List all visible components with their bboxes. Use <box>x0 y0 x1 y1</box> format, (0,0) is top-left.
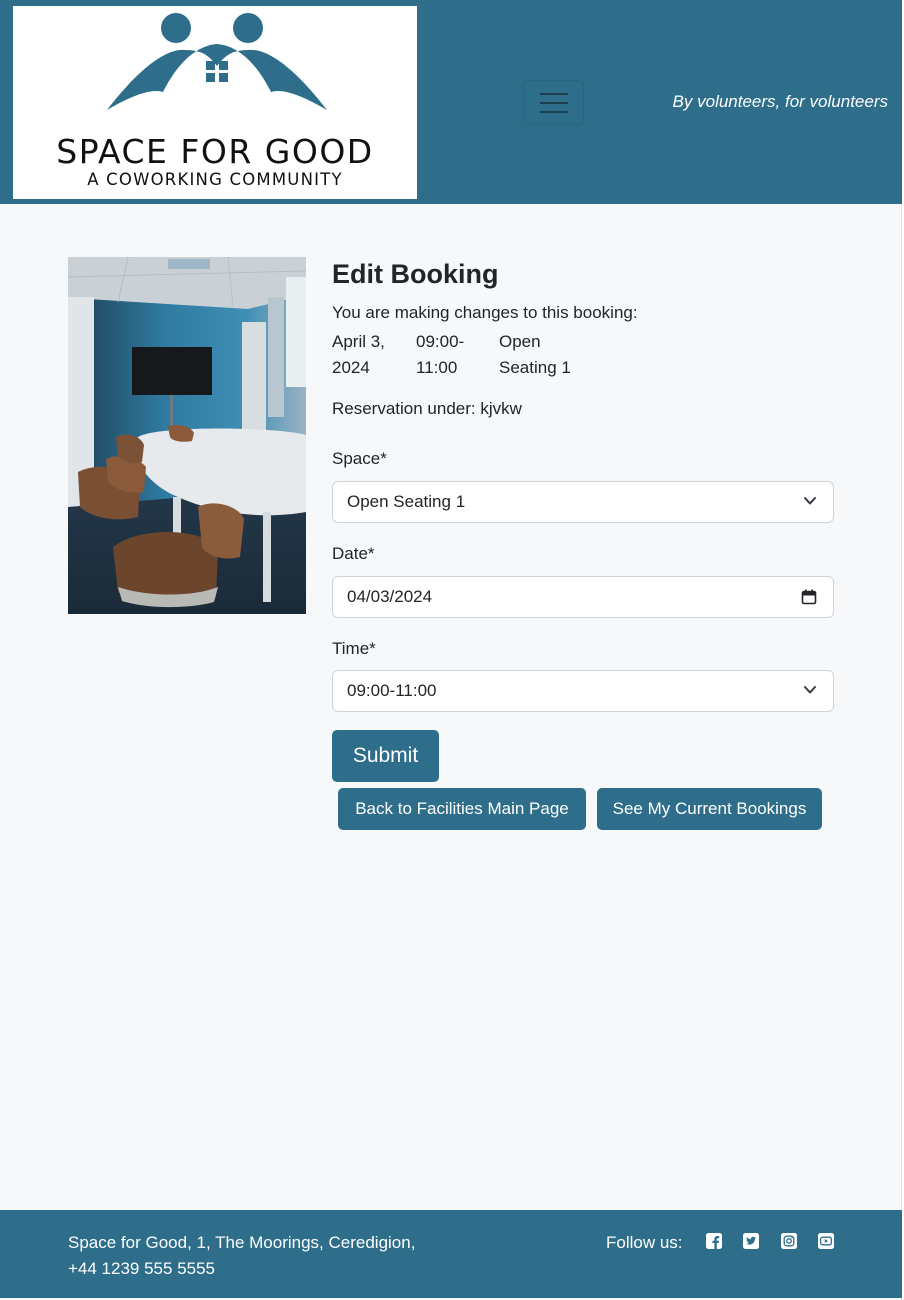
space-select-value: Open Seating 1 <box>347 492 466 511</box>
date-input[interactable]: 04/03/2024 <box>332 576 834 618</box>
back-to-facilities-button[interactable]: Back to Facilities Main Page <box>338 788 586 830</box>
booking-date-line1: April 3, <box>332 332 385 351</box>
logo-mark <box>107 13 327 110</box>
reservation-owner: Reservation under: kjvkw <box>332 399 522 418</box>
hamburger-icon-bar <box>540 102 568 104</box>
hamburger-icon <box>540 93 568 95</box>
page: SPACE FOR GOOD A COWORKING COMMUNITY By … <box>0 0 902 1300</box>
page-title: Edit Booking <box>332 259 499 289</box>
site-header: SPACE FOR GOOD A COWORKING COMMUNITY By … <box>0 0 902 204</box>
site-logo[interactable]: SPACE FOR GOOD A COWORKING COMMUNITY <box>13 6 417 199</box>
time-label: Time* <box>332 639 376 658</box>
booking-space: Open Seating 1 <box>499 329 571 381</box>
twitter-icon[interactable] <box>743 1233 759 1249</box>
submit-button[interactable]: Submit <box>332 730 439 782</box>
footer-address: Space for Good, 1, The Moorings, Ceredig… <box>68 1230 415 1282</box>
time-select[interactable]: 09:00-11:00 <box>332 670 834 712</box>
booking-space-line1: Open <box>499 332 541 351</box>
logo-title: SPACE FOR GOOD <box>56 132 374 171</box>
see-bookings-button[interactable]: See My Current Bookings <box>597 788 822 830</box>
time-select-value: 09:00-11:00 <box>347 681 437 700</box>
booking-date-line2: 2024 <box>332 358 370 377</box>
space-select[interactable]: Open Seating 1 <box>332 481 834 523</box>
address-line: Space for Good, 1, The Moorings, Ceredig… <box>68 1233 416 1252</box>
booking-time: 09:00- 11:00 <box>416 329 464 381</box>
hamburger-icon-bar <box>540 111 568 113</box>
tagline: By volunteers, for volunteers <box>672 92 888 111</box>
youtube-icon[interactable] <box>818 1233 834 1249</box>
space-label: Space* <box>332 449 387 468</box>
booking-time-line1: 09:00- <box>416 332 465 351</box>
follow-label: Follow us: <box>606 1233 683 1252</box>
date-input-value: 04/03/2024 <box>347 587 433 606</box>
menu-toggle-button[interactable] <box>523 80 584 125</box>
booking-time-line2: 11:00 <box>416 358 458 377</box>
booking-space-line2: Seating 1 <box>499 358 571 377</box>
logo-subtitle: A COWORKING COMMUNITY <box>87 170 343 189</box>
site-footer: Space for Good, 1, The Moorings, Ceredig… <box>0 1210 902 1298</box>
date-label: Date* <box>332 544 375 563</box>
chevron-down-icon <box>804 497 816 505</box>
facebook-icon[interactable] <box>706 1233 722 1249</box>
phone-number: +44 1239 555 5555 <box>68 1259 216 1278</box>
booking-intro: You are making changes to this booking: <box>332 303 638 322</box>
edit-booking-section: Edit Booking You are making changes to t… <box>332 256 834 830</box>
room-image <box>68 257 306 614</box>
booking-date: April 3, 2024 <box>332 329 385 381</box>
instagram-icon[interactable] <box>781 1233 797 1249</box>
chevron-down-icon <box>804 686 816 694</box>
calendar-icon[interactable] <box>801 589 817 605</box>
